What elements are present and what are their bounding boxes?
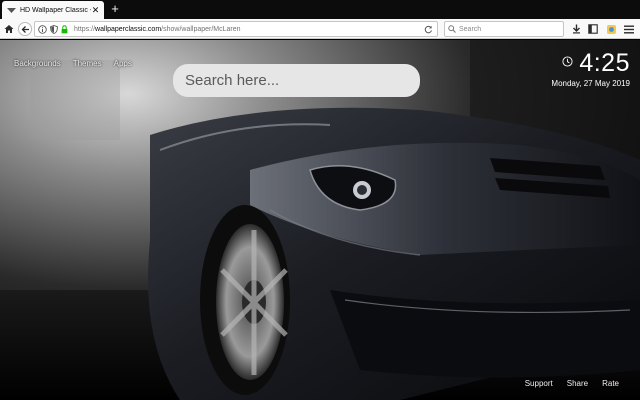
footer-links: Support Share Rate	[525, 379, 619, 388]
download-icon[interactable]	[569, 22, 583, 36]
clock-widget: 4:25 Monday, 27 May 2019	[551, 50, 630, 88]
apps-link[interactable]: Apps	[114, 59, 132, 68]
shield-icon[interactable]	[49, 24, 58, 34]
clock-date: Monday, 27 May 2019	[551, 79, 630, 88]
support-link[interactable]: Support	[525, 379, 553, 388]
top-links: Backgrounds Themes Apps	[14, 59, 132, 68]
search-icon	[448, 25, 456, 33]
browser-search-placeholder: Search	[459, 25, 482, 33]
navigation-bar: https://wallpaperclassic.com/show/wallpa…	[0, 19, 640, 39]
tab-active[interactable]: HD Wallpaper Classic - McLaren ✕	[2, 1, 104, 19]
url-text[interactable]: https://wallpaperclassic.com/show/wallpa…	[74, 26, 423, 33]
themes-link[interactable]: Themes	[73, 59, 102, 68]
extension-icon[interactable]	[604, 22, 618, 36]
tab-title: HD Wallpaper Classic - McLaren	[20, 6, 91, 14]
share-link[interactable]: Share	[567, 379, 588, 388]
browser-search-bar[interactable]: Search	[444, 21, 564, 37]
url-scheme: https://	[74, 25, 96, 33]
backgrounds-link[interactable]: Backgrounds	[14, 59, 61, 68]
menu-icon[interactable]	[622, 22, 636, 36]
new-tab-button[interactable]: +	[108, 2, 122, 16]
page-search-box[interactable]	[173, 64, 420, 97]
rate-link[interactable]: Rate	[602, 379, 619, 388]
alarm-icon[interactable]	[562, 54, 573, 67]
url-host: wallpaperclassic.com	[95, 25, 162, 33]
tab-close-icon[interactable]: ✕	[91, 5, 100, 15]
new-tab-page: Backgrounds Themes Apps 4:25 Monday, 27 …	[0, 40, 640, 400]
url-path: /show/wallpaper/McLaren	[161, 25, 241, 33]
info-icon[interactable]	[38, 24, 47, 34]
lock-icon[interactable]	[60, 24, 69, 34]
favicon-icon	[6, 5, 16, 15]
url-bar[interactable]: https://wallpaperclassic.com/show/wallpa…	[34, 21, 438, 37]
clock-time: 4:25	[579, 49, 630, 77]
home-icon[interactable]	[2, 22, 16, 36]
reload-icon[interactable]	[423, 24, 433, 34]
library-icon[interactable]	[586, 22, 600, 36]
page-search-input[interactable]	[185, 72, 410, 89]
back-arrow-icon	[21, 25, 30, 34]
tab-bar: HD Wallpaper Classic - McLaren ✕ +	[0, 0, 640, 19]
back-button[interactable]	[18, 22, 32, 36]
